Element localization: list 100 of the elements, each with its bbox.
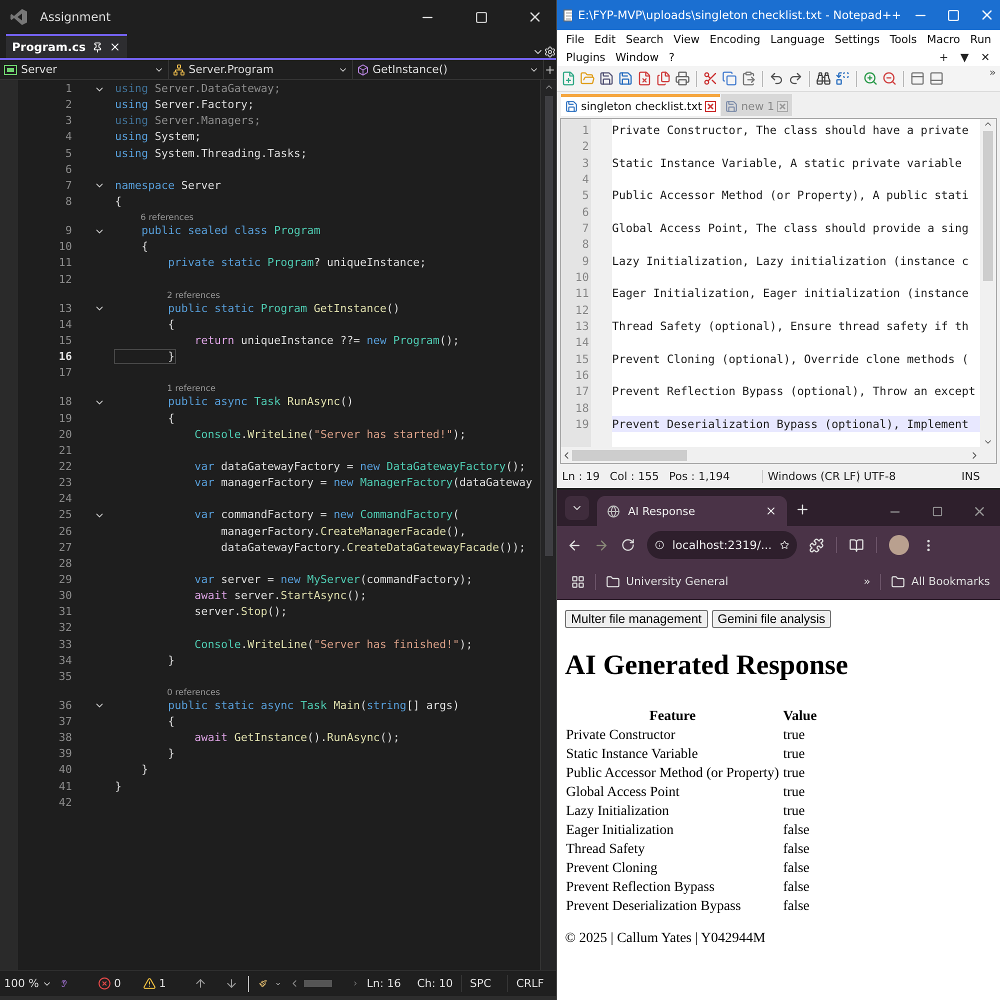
ear-icon[interactable] (60, 977, 68, 990)
navigation-dropdown[interactable]: Server.Program (168, 60, 353, 79)
avatar[interactable] (889, 535, 909, 555)
column-indicator[interactable]: Ch: 10 (417, 977, 453, 990)
indent-indicator[interactable]: SPC (460, 975, 500, 992)
menu-item[interactable]: Settings (830, 32, 885, 46)
navigation-dropdown[interactable]: Server (0, 60, 169, 79)
replace-icon[interactable] (835, 71, 850, 86)
table-cell-text: Prevent Cloning (565, 860, 658, 877)
line-ending-indicator[interactable]: CRLF (507, 975, 552, 992)
paste-icon[interactable] (741, 71, 756, 86)
menu-item[interactable]: Window (610, 50, 664, 64)
save-icon[interactable] (599, 71, 614, 86)
scrollbar-thumb[interactable] (304, 980, 332, 987)
line-number: 5 (582, 187, 590, 204)
line-number: 9 (65, 223, 72, 240)
new-file-icon[interactable] (561, 71, 576, 86)
line-number: 42 (58, 794, 72, 811)
close-icon[interactable] (765, 505, 777, 517)
menu-item[interactable]: Language (765, 32, 830, 46)
cut-icon[interactable] (703, 71, 718, 86)
line-number: 23 (58, 475, 72, 492)
pin-icon[interactable] (92, 42, 103, 52)
undo-icon[interactable] (769, 71, 784, 86)
close-file-icon[interactable] (637, 71, 652, 86)
print-icon[interactable] (675, 71, 690, 86)
browser-tab[interactable]: AI Response (597, 496, 787, 526)
warning-icon (142, 977, 156, 990)
redo-icon[interactable] (788, 71, 803, 86)
address-bar[interactable]: localhost:2319/... (647, 531, 797, 559)
star-icon[interactable] (780, 538, 789, 552)
window-title: Assignment (40, 10, 112, 24)
up-arrow-icon[interactable] (194, 977, 207, 990)
code-line: } (166, 652, 176, 668)
line-number: 2 (65, 97, 72, 114)
zoom-dropdown[interactable]: 100 % (4, 977, 52, 990)
brush-icon[interactable] (258, 977, 267, 990)
files-icon[interactable] (656, 71, 671, 86)
save-icon[interactable] (618, 71, 633, 86)
status-text: Windows (CR LF) (762, 470, 859, 482)
forward-icon[interactable] (594, 538, 609, 552)
menu-item[interactable]: ? (664, 50, 680, 64)
menu-control[interactable]: ▼ (954, 50, 975, 64)
bookmark-folder[interactable]: All Bookmarks (891, 574, 990, 588)
reading-list-icon[interactable] (849, 538, 864, 552)
code-line: public sealed class Program (140, 223, 322, 238)
file-tab[interactable]: Program.cs (6, 34, 127, 58)
warning-count[interactable]: 1 (158, 977, 166, 990)
line-indicator[interactable]: Ln: 16 (366, 977, 402, 990)
window-icon[interactable] (929, 71, 944, 86)
menu-control[interactable]: ✕ (974, 50, 996, 64)
menu-item[interactable]: Run (965, 32, 996, 46)
horizontal-scrollbar[interactable] (561, 447, 996, 463)
menu-item[interactable]: Search (620, 32, 669, 46)
menu-item[interactable]: Plugins (561, 50, 610, 64)
split-icon[interactable] (544, 64, 556, 76)
menu-control[interactable]: + (933, 50, 954, 64)
bookmark-folder[interactable]: University General (606, 574, 728, 588)
table-cell-text: true (782, 784, 806, 801)
close-icon[interactable] (108, 41, 121, 53)
scrollbar-thumb[interactable] (544, 96, 552, 556)
vertical-scrollbar[interactable] (980, 119, 996, 447)
window-icon[interactable] (910, 71, 925, 86)
menu-item[interactable]: Edit (589, 32, 621, 46)
down-arrow-icon[interactable] (224, 977, 238, 990)
apps-icon[interactable] (571, 574, 585, 588)
maximize-icon[interactable] (932, 506, 942, 517)
zoom-out-icon[interactable] (882, 71, 897, 86)
file-tab[interactable]: singleton checklist.txt (561, 94, 720, 116)
line-number: 12 (575, 302, 590, 318)
error-count[interactable]: 0 (114, 977, 121, 990)
code-lens[interactable]: 6 references (140, 213, 194, 224)
scrollbar-thumb[interactable] (572, 450, 687, 460)
toolbar-overflow[interactable]: » (989, 66, 996, 79)
scrollbar-thumb[interactable] (983, 131, 993, 281)
table-cell-text: Lazy Initialization (565, 803, 670, 820)
reload-icon[interactable] (621, 538, 635, 552)
menu-item[interactable]: Encoding (704, 32, 766, 46)
page-button[interactable]: Gemini file analysis (712, 610, 832, 628)
line-number: 20 (58, 426, 72, 443)
code-lens[interactable]: 2 references (166, 290, 220, 301)
settings-icon[interactable] (544, 46, 556, 58)
page-button[interactable]: Multer file management (565, 610, 708, 628)
menu-item[interactable]: Tools (884, 32, 922, 46)
more-bookmarks-button[interactable]: » (864, 575, 870, 588)
code-line: Console.WriteLine("Server has started!"); (193, 426, 468, 442)
line-number: 22 (58, 458, 72, 475)
zoom-in-icon[interactable] (863, 71, 878, 86)
menu-item[interactable]: View (668, 32, 705, 46)
vertical-scrollbar[interactable] (540, 80, 556, 970)
back-icon[interactable] (567, 538, 582, 552)
menu-item[interactable]: File (561, 32, 590, 46)
code-lens[interactable]: 0 references (166, 688, 220, 698)
extensions-icon[interactable] (809, 538, 824, 552)
menu-item[interactable]: Macro (922, 32, 966, 46)
copy-icon[interactable] (722, 71, 737, 86)
code-lens[interactable]: 1 reference (166, 384, 216, 394)
new-tab-icon[interactable] (795, 502, 810, 517)
navigation-dropdown[interactable]: GetInstance() (352, 60, 544, 79)
find-icon[interactable] (816, 71, 831, 86)
